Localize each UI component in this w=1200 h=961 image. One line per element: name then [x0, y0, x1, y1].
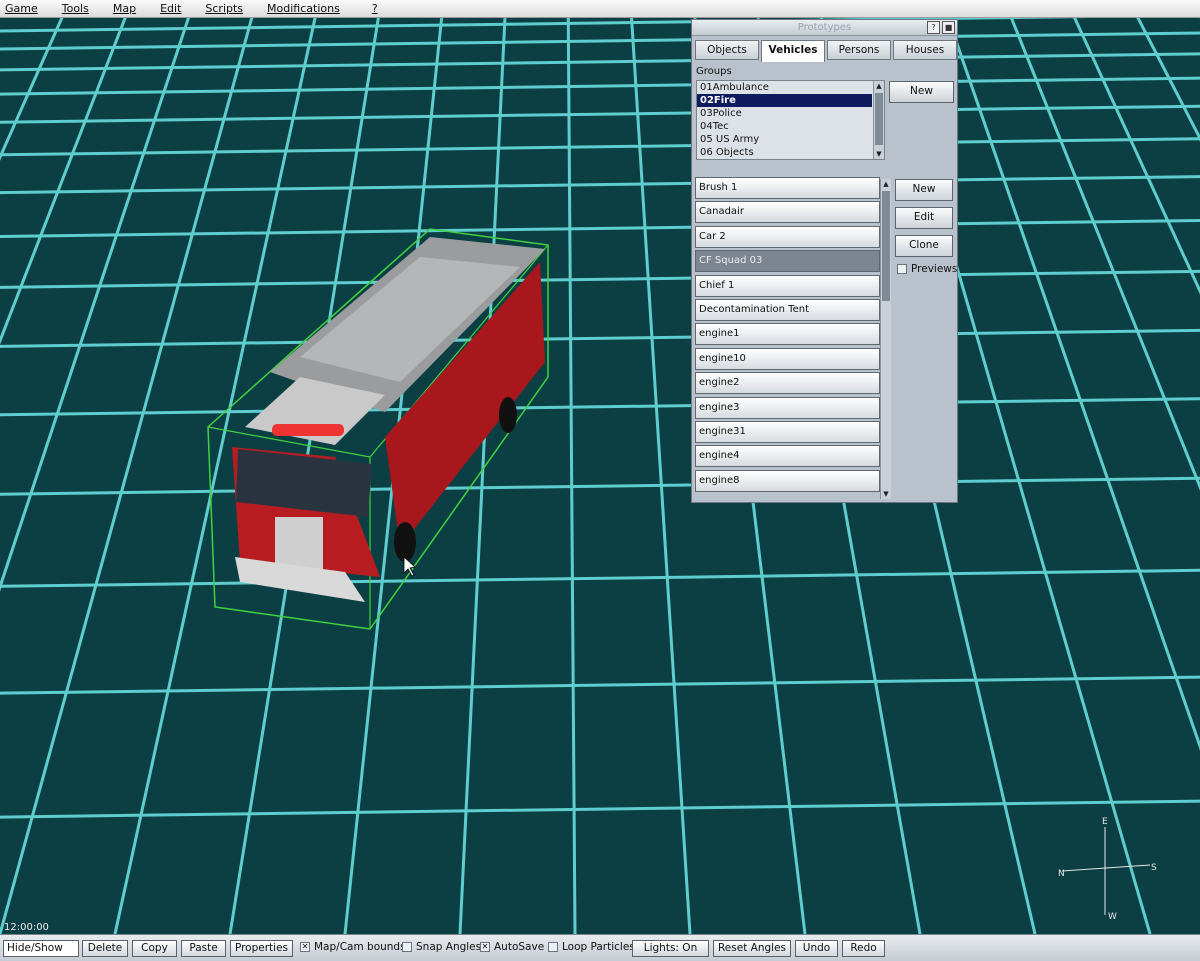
map-cam-bounds-toggle[interactable]: ✕ Map/Cam bounds	[300, 941, 406, 953]
list-item[interactable]: engine4	[695, 445, 880, 467]
loop-particles-checkbox[interactable]	[548, 942, 558, 952]
list-item[interactable]: engine1	[695, 323, 880, 345]
list-item[interactable]: Brush 1	[695, 177, 880, 199]
scroll-thumb[interactable]	[882, 191, 890, 301]
list-item[interactable]: Chief 1	[695, 275, 880, 297]
group-item-ambulance[interactable]: 01Ambulance	[697, 81, 872, 94]
copy-button[interactable]: Copy	[132, 940, 177, 957]
scroll-up-icon[interactable]: ▲	[874, 81, 884, 91]
group-item-police[interactable]: 03Police	[697, 107, 872, 120]
list-item[interactable]: engine3	[695, 397, 880, 419]
compass-icon: E N S W	[1050, 815, 1160, 925]
previews-checkbox[interactable]	[897, 264, 907, 274]
lights-toggle-button[interactable]: Lights: On	[632, 940, 709, 957]
menu-game[interactable]: Game	[0, 2, 50, 15]
properties-button[interactable]: Properties	[230, 940, 293, 957]
snap-angles-checkbox[interactable]	[402, 942, 412, 952]
list-item[interactable]: Decontamination Tent	[695, 299, 880, 321]
groups-label: Groups	[696, 66, 732, 77]
menu-bar: Game Tools Map Edit Scripts Modification…	[0, 0, 1200, 18]
game-clock: 12:00:00	[4, 922, 49, 933]
menu-help[interactable]: ?	[352, 2, 390, 15]
compass-west: W	[1108, 912, 1117, 922]
loop-particles-label: Loop Particles	[562, 941, 635, 953]
menu-modifications[interactable]: Modifications	[255, 2, 352, 15]
compass-south: S	[1151, 863, 1157, 873]
help-button[interactable]: ?	[927, 21, 940, 34]
compass-north: N	[1058, 869, 1065, 879]
groups-list[interactable]: 01Ambulance 02Fire 03Police 04Tec 05 US …	[696, 80, 885, 160]
redo-button[interactable]: Redo	[842, 940, 885, 957]
hide-show-field[interactable]: Hide/Show	[3, 940, 79, 957]
previews-toggle[interactable]: Previews	[897, 263, 957, 275]
list-item[interactable]: Canadair	[695, 201, 880, 223]
vehicle-list-scrollbar[interactable]: ▲ ▼	[880, 179, 891, 499]
delete-button[interactable]: Delete	[82, 940, 128, 957]
prototypes-panel: Prototypes ? ■ Objects Vehicles Persons …	[691, 19, 958, 503]
autosave-label: AutoSave	[494, 941, 544, 953]
list-item[interactable]: Car 2	[695, 226, 880, 248]
menu-map[interactable]: Map	[101, 2, 148, 15]
panel-title: Prototypes	[798, 22, 851, 33]
tab-persons[interactable]: Persons	[827, 40, 891, 60]
map-viewport[interactable]	[0, 17, 1200, 934]
clone-vehicle-button[interactable]: Clone	[895, 235, 953, 257]
snap-angles-toggle[interactable]: Snap Angles	[402, 941, 481, 953]
edit-vehicle-button[interactable]: Edit	[895, 207, 953, 229]
map-cam-bounds-label: Map/Cam bounds	[314, 941, 406, 953]
list-item[interactable]: engine10	[695, 348, 880, 370]
group-item-objects[interactable]: 06 Objects	[697, 146, 872, 159]
menu-scripts[interactable]: Scripts	[193, 2, 255, 15]
list-item[interactable]: engine8	[695, 470, 880, 492]
tab-vehicles[interactable]: Vehicles	[761, 40, 825, 62]
scroll-thumb[interactable]	[875, 93, 883, 145]
tab-objects[interactable]: Objects	[695, 40, 759, 60]
prototype-tabs: Objects Vehicles Persons Houses	[695, 40, 959, 62]
tab-houses[interactable]: Houses	[893, 40, 957, 60]
group-item-tec[interactable]: 04Tec	[697, 120, 872, 133]
compass-east: E	[1102, 817, 1108, 827]
snap-angles-label: Snap Angles	[416, 941, 481, 953]
new-group-button[interactable]: New	[889, 81, 954, 103]
group-item-fire[interactable]: 02Fire	[697, 94, 872, 107]
previews-label: Previews	[911, 263, 957, 275]
close-icon[interactable]: ■	[942, 21, 955, 34]
reset-angles-button[interactable]: Reset Angles	[713, 940, 791, 957]
undo-button[interactable]: Undo	[795, 940, 838, 957]
panel-titlebar[interactable]: Prototypes ? ■	[692, 20, 957, 36]
scroll-up-icon[interactable]: ▲	[881, 179, 891, 189]
group-item-us-army[interactable]: 05 US Army	[697, 133, 872, 146]
new-vehicle-button[interactable]: New	[895, 179, 953, 201]
loop-particles-toggle[interactable]: Loop Particles	[548, 941, 635, 953]
scroll-down-icon[interactable]: ▼	[881, 489, 891, 499]
menu-tools[interactable]: Tools	[50, 2, 101, 15]
menu-edit[interactable]: Edit	[148, 2, 193, 15]
list-item[interactable]: engine2	[695, 372, 880, 394]
autosave-checkbox[interactable]: ✕	[480, 942, 490, 952]
scroll-down-icon[interactable]: ▼	[874, 149, 884, 159]
editor-toolbar: Hide/Show Delete Copy Paste Properties ✕…	[0, 934, 1200, 961]
autosave-toggle[interactable]: ✕ AutoSave	[480, 941, 544, 953]
list-item[interactable]: CF Squad 03	[695, 250, 880, 272]
groups-scrollbar[interactable]: ▲ ▼	[873, 81, 884, 159]
list-item[interactable]: engine31	[695, 421, 880, 443]
paste-button[interactable]: Paste	[181, 940, 226, 957]
map-cam-bounds-checkbox[interactable]: ✕	[300, 942, 310, 952]
ground-grid	[0, 17, 1200, 934]
vehicle-list[interactable]: Brush 1 Canadair Car 2 CF Squad 03 Chief…	[695, 177, 892, 499]
